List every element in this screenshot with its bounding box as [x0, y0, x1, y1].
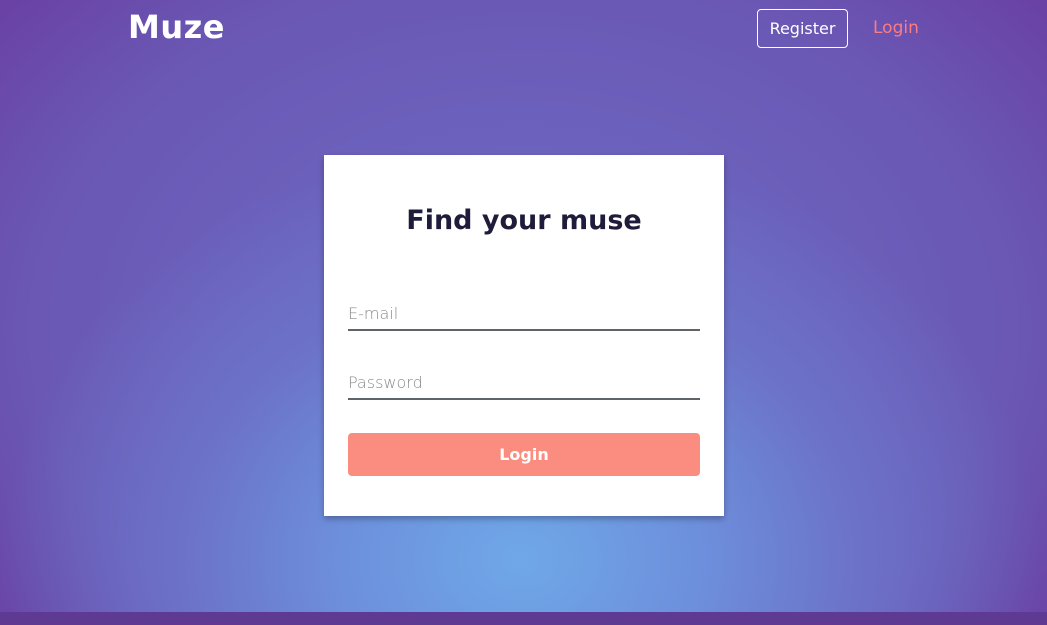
login-card: Find your muse Login	[324, 155, 724, 516]
footer-bar	[0, 612, 1047, 625]
register-button[interactable]: Register	[757, 9, 848, 48]
nav-login-link[interactable]: Login	[873, 18, 919, 38]
page-title: Find your muse	[406, 205, 642, 236]
navbar: Muze Register Login	[0, 0, 1047, 60]
login-submit-button[interactable]: Login	[348, 433, 700, 476]
email-field[interactable]	[348, 297, 700, 331]
brand-logo[interactable]: Muze	[128, 8, 225, 46]
password-field[interactable]	[348, 366, 700, 400]
